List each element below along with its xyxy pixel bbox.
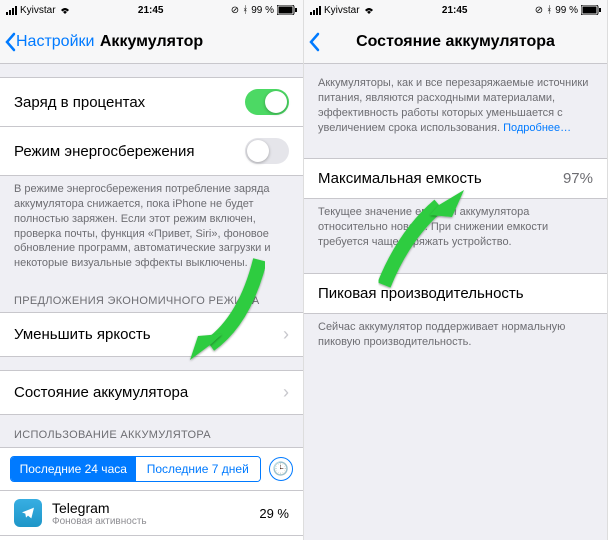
back-button[interactable] xyxy=(304,32,320,52)
row-label: Состояние аккумулятора xyxy=(14,384,188,401)
chevron-right-icon: › xyxy=(283,382,289,403)
app-percent: 29 % xyxy=(259,506,289,521)
row-reduce-brightness[interactable]: Уменьшить яркость › xyxy=(0,312,303,357)
telegram-icon xyxy=(14,499,42,527)
nav-bar: Состояние аккумулятора xyxy=(304,20,607,64)
app-row-instagram[interactable]: Instagram Фоновая активность 19 % xyxy=(0,535,303,540)
app-name: Telegram xyxy=(52,500,249,516)
status-bar: Kyivstar 21:45 ⊘ ᚼ 99 % xyxy=(0,0,303,20)
app-sub: Фоновая активность xyxy=(52,516,249,527)
back-label: Настройки xyxy=(16,33,94,51)
toggle-low-power[interactable] xyxy=(245,138,289,164)
wifi-icon xyxy=(363,6,375,15)
bluetooth-icon: ᚼ xyxy=(546,5,552,16)
wifi-icon xyxy=(59,6,71,15)
row-battery-percent[interactable]: Заряд в процентах xyxy=(0,77,303,127)
row-peak-performance: Пиковая производительность xyxy=(304,273,607,314)
app-row-telegram[interactable]: Telegram Фоновая активность 29 % xyxy=(0,490,303,535)
row-max-capacity: Максимальная емкость 97% xyxy=(304,158,607,199)
bluetooth-icon: ᚼ xyxy=(242,5,248,16)
clock-button[interactable]: 🕒 xyxy=(269,457,293,481)
row-low-power[interactable]: Режим энергосбережения xyxy=(0,126,303,176)
status-bar: Kyivstar 21:45 ⊘ ᚼ 99 % xyxy=(304,0,607,20)
battery-pct: 99 % xyxy=(555,5,578,16)
carrier-label: Kyivstar xyxy=(20,5,56,16)
usage-header: ИСПОЛЬЗОВАНИЕ АККУМУЛЯТОРА xyxy=(0,415,303,447)
battery-icon xyxy=(581,5,601,15)
nav-bar: Настройки Аккумулятор xyxy=(0,20,303,64)
clock-label: 21:45 xyxy=(442,5,468,16)
segmented-wrap: Последние 24 часа Последние 7 дней 🕒 xyxy=(0,447,303,490)
back-button[interactable]: Настройки xyxy=(0,32,94,52)
content-scroll[interactable]: Заряд в процентах Режим энергосбережения… xyxy=(0,64,303,540)
peak-note: Сейчас аккумулятор поддерживает нормальн… xyxy=(304,314,607,360)
alarm-icon: ⊘ xyxy=(535,5,543,16)
chevron-left-icon xyxy=(4,32,16,52)
signal-icon xyxy=(310,6,321,15)
low-power-note: В режиме энергосбережения потребление за… xyxy=(0,176,303,281)
chevron-right-icon: › xyxy=(283,324,289,345)
seg-7d[interactable]: Последние 7 дней xyxy=(136,457,261,481)
signal-icon xyxy=(6,6,17,15)
segmented-control[interactable]: Последние 24 часа Последние 7 дней xyxy=(10,456,261,482)
content-scroll[interactable]: Аккумуляторы, как и все перезаряжаемые и… xyxy=(304,64,607,540)
row-label: Уменьшить яркость xyxy=(14,326,151,343)
clock-icon: 🕒 xyxy=(273,461,289,477)
row-label: Пиковая производительность xyxy=(318,285,524,302)
clock-label: 21:45 xyxy=(138,5,164,16)
row-label: Режим энергосбережения xyxy=(14,143,194,160)
max-capacity-value: 97% xyxy=(563,170,593,187)
learn-more-link[interactable]: Подробнее… xyxy=(503,122,571,134)
nav-title: Состояние аккумулятора xyxy=(304,33,607,51)
row-label: Заряд в процентах xyxy=(14,94,145,111)
row-battery-health[interactable]: Состояние аккумулятора › xyxy=(0,370,303,415)
suggestions-header: ПРЕДЛОЖЕНИЯ ЭКОНОМИЧНОГО РЕЖИМА xyxy=(0,281,303,313)
carrier-label: Kyivstar xyxy=(324,5,360,16)
intro-note: Аккумуляторы, как и все перезаряжаемые и… xyxy=(304,64,607,145)
phone-right: Kyivstar 21:45 ⊘ ᚼ 99 % Состояние аккуму… xyxy=(304,0,608,540)
row-label: Максимальная емкость xyxy=(318,170,482,187)
phone-left: Kyivstar 21:45 ⊘ ᚼ 99 % Настройки Аккуму… xyxy=(0,0,304,540)
alarm-icon: ⊘ xyxy=(231,5,239,16)
battery-pct: 99 % xyxy=(251,5,274,16)
chevron-left-icon xyxy=(308,32,320,52)
toggle-battery-percent[interactable] xyxy=(245,89,289,115)
battery-icon xyxy=(277,5,297,15)
max-capacity-note: Текущее значение емкости аккумулятора от… xyxy=(304,199,607,260)
seg-24h[interactable]: Последние 24 часа xyxy=(11,457,136,481)
